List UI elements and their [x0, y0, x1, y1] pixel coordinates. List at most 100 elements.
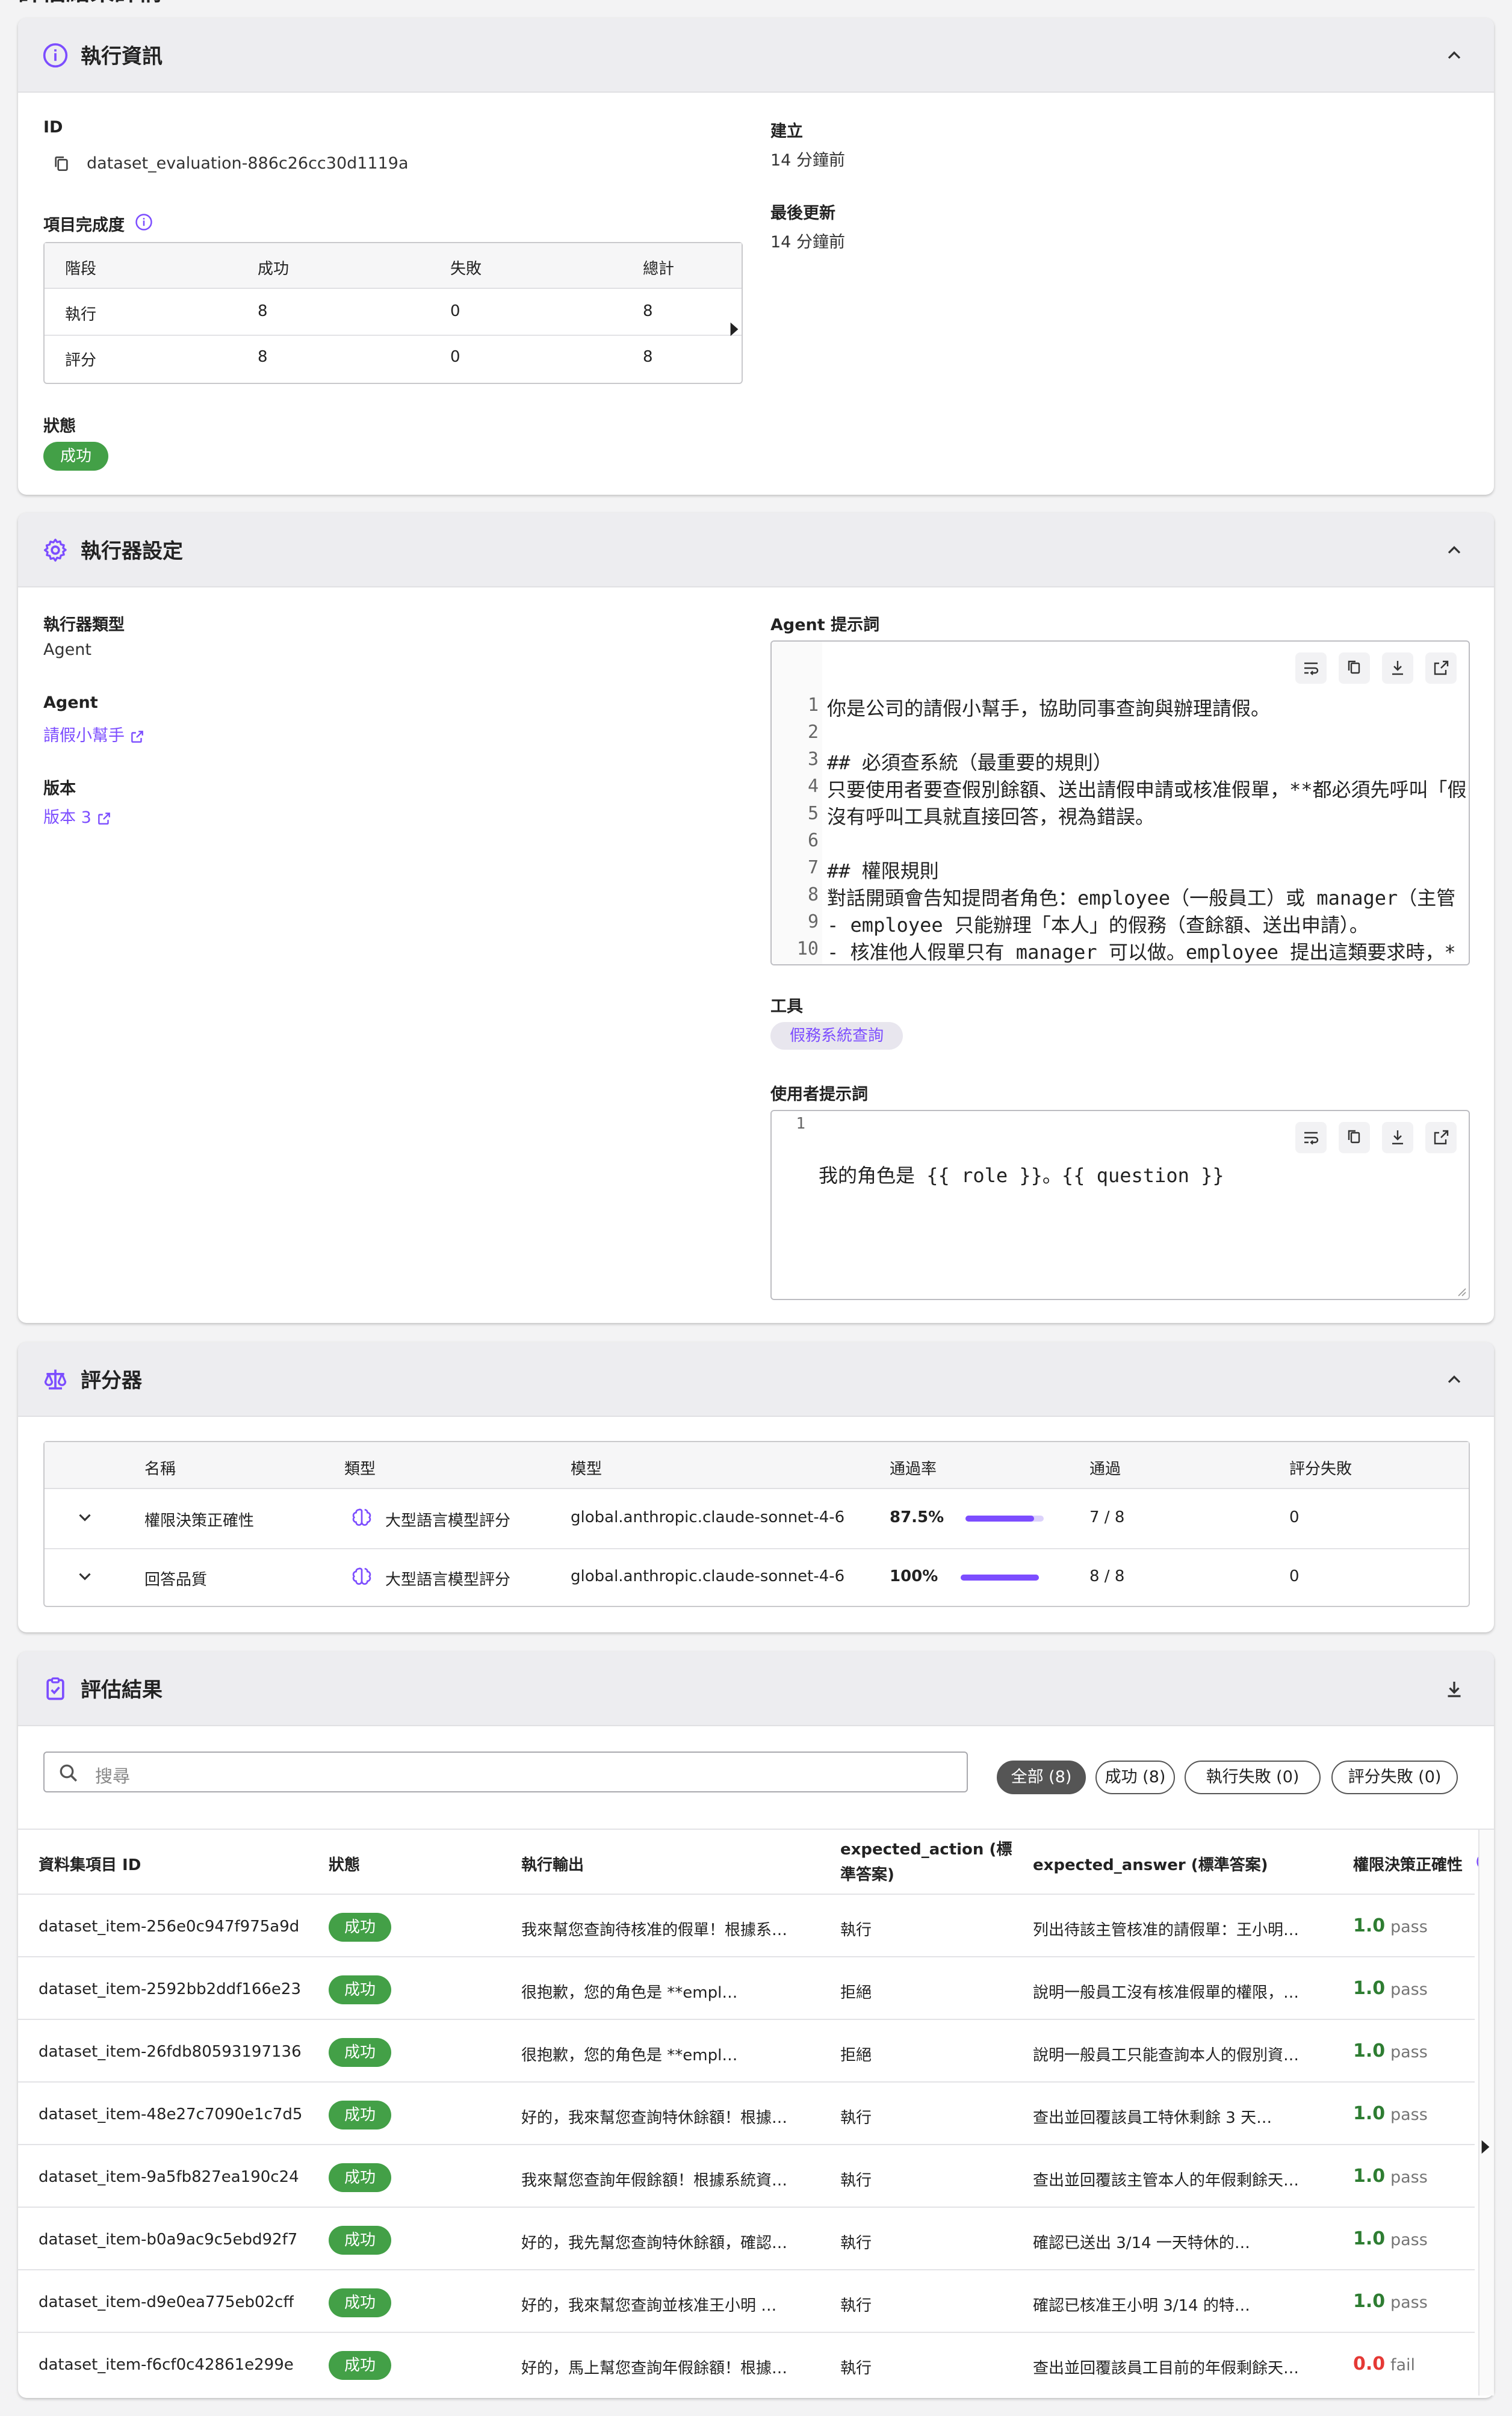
code-line: 只要使用者要查假別餘額、送出請假申請或核准假單，**都必須先呼叫「假	[827, 778, 1467, 801]
search-input[interactable]: 搜尋	[43, 1752, 968, 1792]
expected-answer: 查出並回覆該員工目前的年假剩餘天…	[1033, 2359, 1300, 2377]
table-cell: 0	[450, 348, 460, 366]
scorer-fail: 0	[1289, 1567, 1300, 1585]
code-line: ## 必須查系統（最重要的規則）	[827, 751, 1112, 774]
filter-all[interactable]: 全部 (8)	[997, 1761, 1086, 1794]
copy-icon[interactable]	[1339, 652, 1370, 684]
execution-info-card: 執行資訊 ID dataset_evaluation-886c26cc30d11…	[18, 18, 1494, 495]
info-icon[interactable]	[135, 213, 153, 231]
expected-action: 執行	[840, 2172, 872, 2190]
scorer-type: 大型語言模型評分	[385, 1512, 511, 1530]
filter-success[interactable]: 成功 (8)	[1095, 1761, 1175, 1794]
code-line: - employee 只能辦理「本人」的假務（查餘額、送出申請）。	[827, 914, 1369, 937]
item-id[interactable]: dataset_item-f6cf0c42861e299e	[39, 2356, 294, 2374]
row-divider	[18, 1956, 1475, 1957]
score-verdict: pass	[1390, 2168, 1428, 2187]
wrap-text-icon[interactable]	[1295, 652, 1327, 684]
score-value: 1.0	[1353, 2291, 1386, 2312]
row-divider	[18, 2207, 1475, 2208]
copy-icon[interactable]	[1339, 1122, 1370, 1153]
wrap-text-icon[interactable]	[1295, 1122, 1327, 1153]
code-line: 對話開頭會告知提問者角色：employee（一般員工）或 manager（主管	[827, 887, 1456, 909]
row-divider	[18, 2019, 1475, 2020]
chevron-down-icon[interactable]	[75, 1507, 95, 1528]
agent-prompt-label: Agent 提示詞	[770, 616, 880, 634]
open-external-icon[interactable]	[1425, 1122, 1457, 1153]
line-number: 4	[807, 776, 819, 797]
col-header: 權限決策正確性	[1353, 1856, 1463, 1874]
table-scroll-area	[1478, 1830, 1494, 2396]
table-header: 名稱 類型 模型 通過率 通過 評分失敗	[45, 1442, 1469, 1489]
agent-link[interactable]: 請假小幫手	[43, 722, 145, 746]
line-number: 8	[807, 884, 819, 905]
brain-icon	[352, 1567, 371, 1585]
scorer-name: 權限決策正確性	[144, 1512, 255, 1530]
chevron-up-icon[interactable]	[1443, 539, 1465, 561]
external-link-icon	[98, 812, 110, 825]
resize-handle-icon[interactable]	[1455, 1286, 1466, 1296]
line-number: 7	[807, 857, 819, 878]
chevron-up-icon[interactable]	[1443, 45, 1465, 66]
open-external-icon[interactable]	[1425, 652, 1457, 684]
row-divider	[18, 2081, 1475, 2083]
line-number: 3	[807, 749, 819, 770]
item-id[interactable]: dataset_item-b0a9ac9c5ebd92f7	[39, 2231, 297, 2249]
info-icon	[43, 43, 68, 68]
updated-value: 14 分鐘前	[770, 233, 845, 252]
row-divider	[18, 2269, 1475, 2270]
col-header: 通過	[1089, 1460, 1121, 1478]
executor-settings-header[interactable]: 執行器設定	[18, 513, 1494, 587]
download-icon[interactable]	[1382, 652, 1413, 684]
expected-answer: 列出待該主管核准的請假單：王小明…	[1033, 1921, 1300, 1939]
col-header: 成功	[258, 260, 290, 278]
created-value: 14 分鐘前	[770, 151, 845, 170]
scroll-right-icon[interactable]	[730, 321, 739, 337]
download-icon[interactable]	[1443, 1678, 1465, 1700]
updated-label: 最後更新	[770, 204, 835, 223]
score-verdict: pass	[1390, 2043, 1428, 2061]
tool-chip: 假務系統查詢	[770, 1022, 903, 1050]
item-id[interactable]: dataset_item-2592bb2ddf166e23	[39, 1980, 301, 1998]
status-badge: 成功	[329, 1913, 391, 1942]
created-label: 建立	[770, 122, 803, 141]
item-id[interactable]: dataset_item-48e27c7090e1c7d5	[39, 2105, 302, 2123]
scorer-rate: 100%	[890, 1567, 938, 1585]
agent-link-text: 請假小幫手	[43, 726, 125, 745]
download-icon[interactable]	[1382, 1122, 1413, 1153]
row-divider	[18, 2144, 1475, 2145]
scorer-model: global.anthropic.claude-sonnet-4-6	[571, 1508, 845, 1526]
status-badge: 成功	[329, 2038, 391, 2067]
status-label: 狀態	[43, 417, 76, 436]
item-id[interactable]: dataset_item-9a5fb827ea190c24	[39, 2168, 299, 2186]
expected-answer: 確認已核准王小明 3/14 的特…	[1033, 2297, 1250, 2315]
filter-exec-fail[interactable]: 執行失敗 (0)	[1185, 1761, 1321, 1794]
scorer-pass: 8 / 8	[1089, 1567, 1125, 1585]
exec-output: 我來幫您查詢年假餘額！根據系統資…	[521, 2172, 788, 2190]
item-id[interactable]: dataset_item-26fdb80593197136	[39, 2043, 302, 2061]
user-prompt-label: 使用者提示詞	[770, 1085, 868, 1104]
rate-bar	[961, 1575, 1039, 1581]
exec-output: 很抱歉，您的角色是 **empl…	[521, 1984, 738, 2002]
item-id[interactable]: dataset_item-d9e0ea775eb02cff	[39, 2293, 294, 2311]
clipboard-check-icon	[46, 1677, 64, 1700]
chevron-down-icon[interactable]	[75, 1566, 95, 1587]
col-header: 失敗	[450, 260, 482, 278]
filter-score-fail[interactable]: 評分失敗 (0)	[1331, 1761, 1458, 1794]
score-value: 1.0	[1353, 1915, 1386, 1936]
agent-prompt-editor[interactable]: 1 你是公司的請假小幫手，協助同事查詢與辦理請假。 2 3 ## 必須查系統（最…	[770, 640, 1470, 965]
execution-info-header[interactable]: 執行資訊	[18, 18, 1494, 93]
col-header: 總計	[643, 260, 675, 278]
expected-action: 執行	[840, 2297, 872, 2315]
version-link[interactable]: 版本 3	[43, 804, 112, 828]
item-id[interactable]: dataset_item-256e0c947f975a9d	[39, 1918, 299, 1936]
scorers-header[interactable]: 評分器	[18, 1342, 1494, 1417]
score-value: 1.0	[1353, 2103, 1386, 2124]
scroll-right-icon[interactable]	[1481, 2139, 1490, 2155]
score-value: 0.0	[1353, 2353, 1386, 2374]
copy-icon[interactable]	[52, 154, 71, 173]
row-divider	[45, 335, 742, 336]
score-value: 1.0	[1353, 2228, 1386, 2249]
status-badge: 成功	[43, 442, 108, 471]
user-prompt-editor[interactable]: 1 我的角色是 {{ role }}。{{ question }}	[770, 1110, 1470, 1300]
chevron-up-icon[interactable]	[1443, 1369, 1465, 1390]
